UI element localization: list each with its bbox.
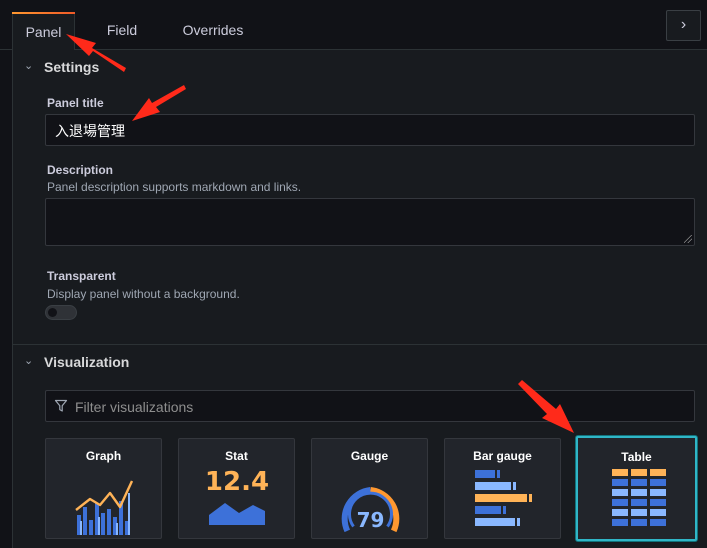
description-label: Description	[47, 163, 114, 177]
settings-section-header[interactable]: ⌄ Settings	[13, 50, 707, 88]
viz-card-label: Table	[621, 450, 652, 464]
tab-bar: Panel Field Overrides ›	[0, 0, 707, 50]
transparent-toggle[interactable]	[45, 305, 77, 320]
bar-gauge-icon	[475, 470, 532, 526]
settings-section-title: Settings	[44, 59, 100, 75]
panel-title-value: 入退場管理	[55, 124, 125, 140]
viz-card-label: Graph	[85, 449, 122, 463]
chevron-down-icon: ⌄	[24, 60, 34, 72]
tab-overrides[interactable]: Overrides	[172, 12, 254, 50]
panel-title-label: Panel title	[47, 96, 104, 110]
collapse-options-button[interactable]: ›	[666, 10, 701, 41]
graph-icon	[75, 480, 134, 535]
filter-visualizations-input[interactable]: Filter visualizations	[45, 390, 695, 422]
viz-card-label: Gauge	[350, 449, 389, 463]
table-icon	[612, 469, 666, 526]
chevron-right-icon: ›	[680, 16, 687, 33]
transparent-hint: Display panel without a background.	[47, 287, 240, 301]
stat-value: 12.4	[205, 467, 269, 497]
options-pane: ⌄ Settings Panel title 入退場管理 Description…	[12, 50, 707, 548]
viz-card-graph[interactable]: Graph	[45, 438, 162, 539]
stat-icon: 12.4	[205, 467, 269, 525]
toggle-knob	[48, 308, 57, 317]
description-textarea[interactable]	[45, 198, 695, 246]
filter-icon	[54, 399, 68, 412]
viz-card-gauge[interactable]: Gauge 79	[311, 438, 428, 539]
tab-field[interactable]: Field	[92, 12, 152, 50]
description-hint: Panel description supports markdown and …	[47, 180, 302, 194]
gauge-icon: 79	[341, 487, 400, 533]
chevron-down-icon: ⌄	[24, 355, 34, 367]
viz-card-label: Bar gauge	[473, 449, 532, 463]
resize-handle-icon[interactable]	[684, 235, 692, 243]
viz-card-stat[interactable]: Stat 12.4	[178, 438, 295, 539]
tab-panel[interactable]: Panel	[12, 12, 75, 50]
panel-title-input[interactable]: 入退場管理	[45, 114, 695, 146]
transparent-label: Transparent	[47, 269, 116, 283]
filter-placeholder: Filter visualizations	[75, 399, 194, 415]
visualization-section-header[interactable]: ⌄ Visualization	[13, 345, 707, 383]
visualization-section-title: Visualization	[44, 354, 130, 370]
viz-card-table[interactable]: Table	[576, 436, 697, 541]
viz-card-bar-gauge[interactable]: Bar gauge	[444, 438, 561, 539]
viz-card-label: Stat	[225, 449, 248, 463]
gauge-value: 79	[357, 508, 385, 532]
